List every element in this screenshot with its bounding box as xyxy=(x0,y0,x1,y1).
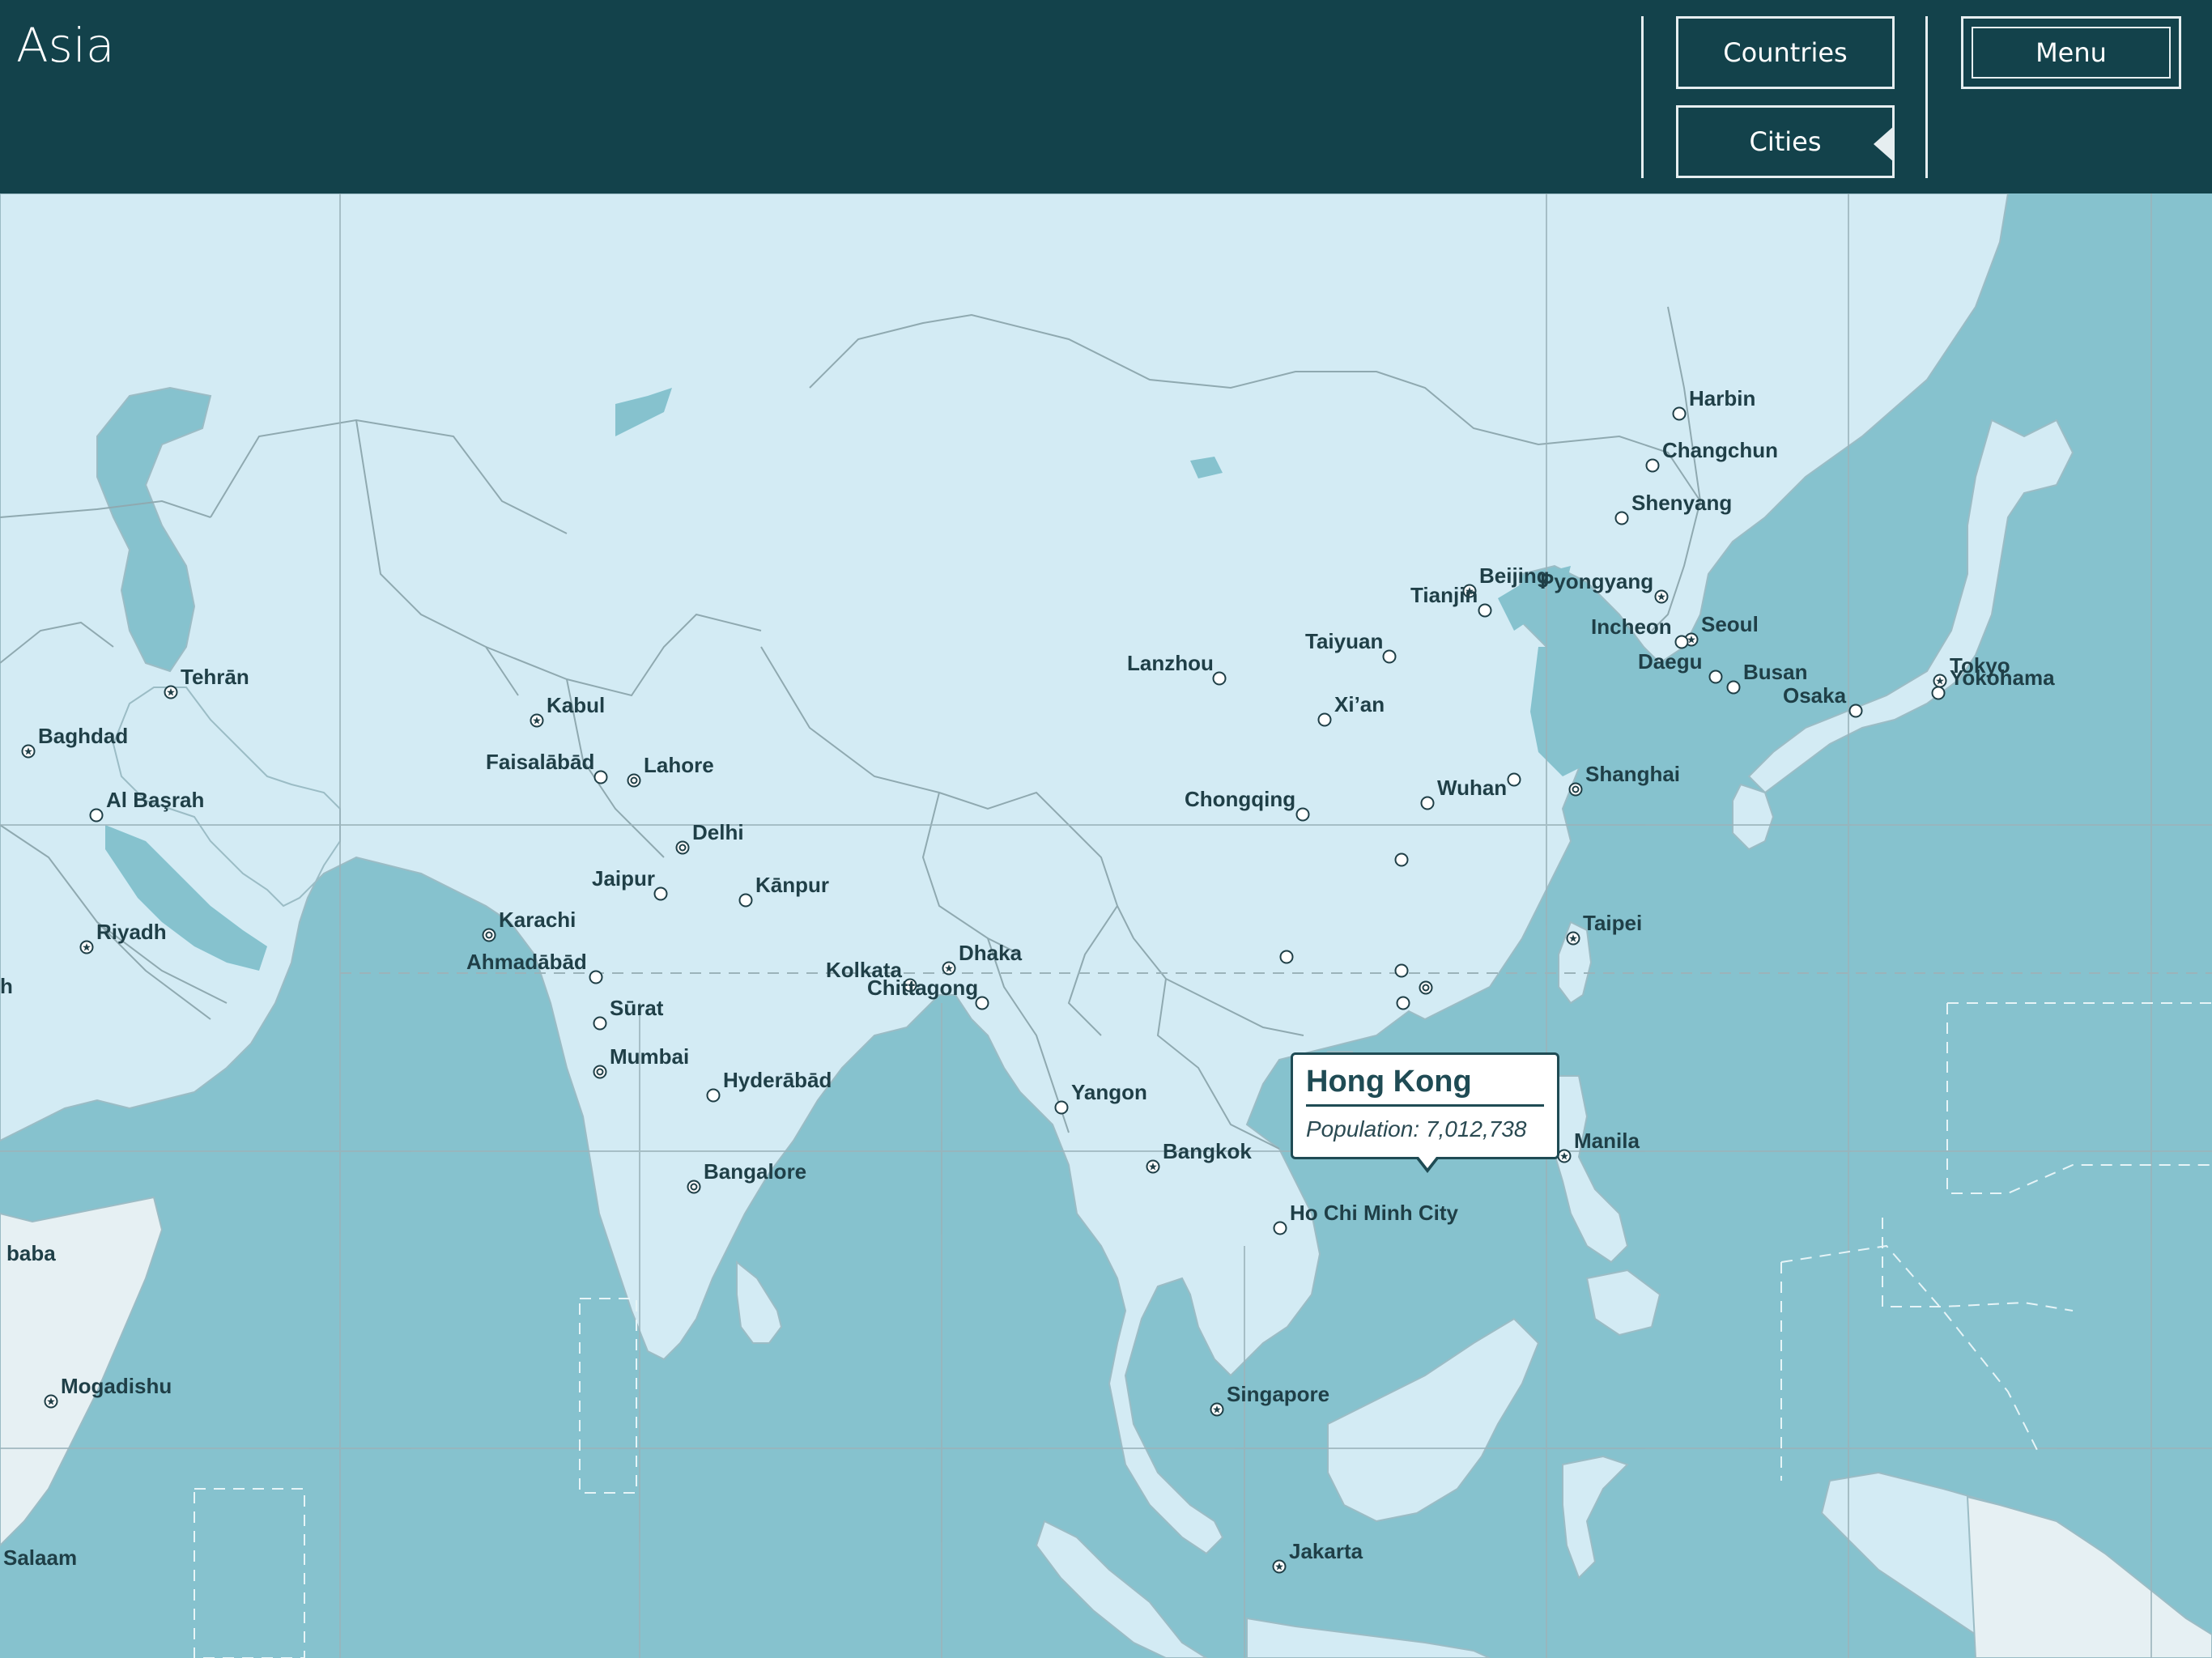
city-label: Xi’an xyxy=(1334,692,1385,716)
city-label: Tianjin xyxy=(1410,583,1478,607)
city-label: Salaam xyxy=(3,1545,78,1570)
city-label: Sūrat xyxy=(610,996,664,1020)
tooltip-city-name: Hong Kong xyxy=(1306,1065,1544,1107)
city-label: Hyderābād xyxy=(723,1068,832,1092)
city-label: Manila xyxy=(1574,1129,1640,1153)
page-title: Asia xyxy=(16,18,115,73)
city-label: Taipei xyxy=(1583,911,1643,935)
city-label: Beijing xyxy=(1479,563,1550,588)
city-label: Yokohama xyxy=(1950,665,2055,690)
menu-button[interactable]: Menu xyxy=(1961,16,2181,89)
selected-indicator-icon xyxy=(1874,125,1895,163)
countries-button-label: Countries xyxy=(1723,37,1848,68)
tooltip-population: Population: 7,012,738 xyxy=(1306,1116,1527,1141)
city-label: Pyongyang xyxy=(1540,569,1654,593)
city-label: Mogadishu xyxy=(61,1374,172,1398)
city-label: Daegu xyxy=(1638,649,1703,674)
city-tooltip: Hong Kong Population: 7,012,738 xyxy=(1291,1052,1559,1173)
city-label: Bangkok xyxy=(1163,1139,1252,1163)
city-label: Seoul xyxy=(1701,612,1759,636)
city-label: Harbin xyxy=(1689,386,1756,410)
city-label: Dhaka xyxy=(959,941,1023,965)
city-label: Jakarta xyxy=(1289,1539,1363,1563)
city-label: Ho Chi Minh City xyxy=(1290,1201,1458,1225)
city-label: Wuhan xyxy=(1437,776,1508,800)
city-label: baba xyxy=(6,1241,56,1265)
menu-button-label: Menu xyxy=(2035,37,2107,68)
city-label: Changchun xyxy=(1662,438,1778,462)
city-label: Ahmadābād xyxy=(466,950,587,974)
city-label: Baghdad xyxy=(38,724,129,748)
city-label: Mumbai xyxy=(610,1044,690,1069)
city-label: Faisalābād xyxy=(486,750,595,774)
map-view[interactable]: Tehrān Baghdad Al Başrah Riyadh Kabul Faisalā… xyxy=(0,193,2212,1658)
city-label: Bangalore xyxy=(704,1159,807,1184)
city-label: Riyadh xyxy=(96,920,167,944)
city-label: Lahore xyxy=(644,753,714,777)
city-label: Osaka xyxy=(1783,683,1847,708)
city-label: Singapore xyxy=(1227,1382,1330,1406)
city-label: Yangon xyxy=(1071,1080,1147,1104)
city-label: Chongqing xyxy=(1185,787,1296,811)
city-label: Shanghai xyxy=(1585,762,1681,786)
map-canvas[interactable] xyxy=(0,193,2212,1658)
city-label: Taiyuan xyxy=(1305,629,1384,653)
city-label: Lanzhou xyxy=(1127,651,1214,675)
city-label: Incheon xyxy=(1591,614,1672,639)
city-label: Karachi xyxy=(499,908,576,932)
city-label: Delhi xyxy=(692,820,744,844)
city-label: Kānpur xyxy=(755,873,829,897)
city-label: Kabul xyxy=(547,693,606,717)
header-divider xyxy=(1641,16,1644,178)
city-label: Al Başrah xyxy=(106,788,205,812)
city-label: h xyxy=(0,974,13,998)
cities-button[interactable]: Cities xyxy=(1676,105,1895,178)
header-divider xyxy=(1925,16,1928,178)
city-label: Jaipur xyxy=(592,866,656,891)
countries-button[interactable]: Countries xyxy=(1676,16,1895,89)
city-label: Busan xyxy=(1743,660,1808,684)
header-bar: Asia Countries Cities Menu xyxy=(0,0,2212,193)
city-label: Shenyang xyxy=(1631,491,1733,515)
city-label: Chittagong xyxy=(867,976,979,1000)
city-label: Tehrān xyxy=(181,665,249,689)
tooltip-pointer-fill xyxy=(1419,1157,1436,1168)
cities-button-label: Cities xyxy=(1749,126,1822,157)
